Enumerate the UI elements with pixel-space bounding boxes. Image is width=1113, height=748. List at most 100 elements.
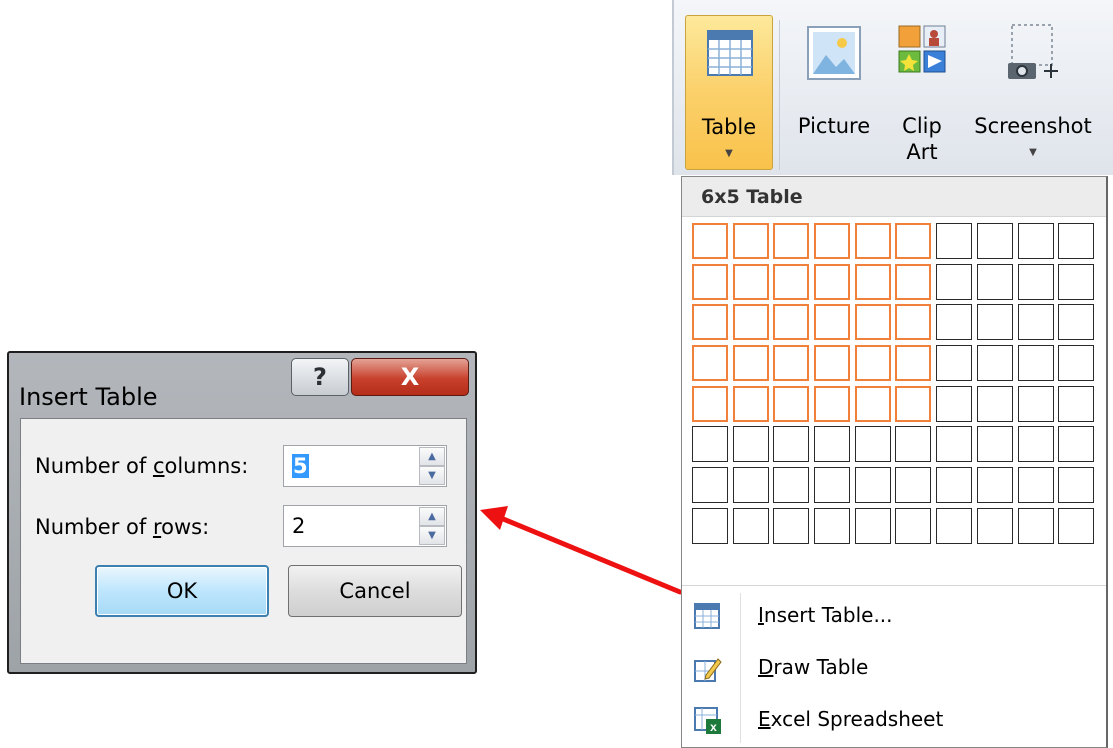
grid-cell[interactable] xyxy=(1058,223,1095,259)
grid-cell[interactable] xyxy=(1058,467,1095,504)
menu-item-draw-table[interactable]: Draw Table xyxy=(682,643,1106,691)
grid-cell[interactable] xyxy=(854,385,891,422)
grid-cell[interactable] xyxy=(1017,223,1054,259)
grid-cell[interactable] xyxy=(814,467,851,504)
grid-cell[interactable] xyxy=(976,345,1013,382)
grid-cell[interactable] xyxy=(936,345,973,382)
grid-cell[interactable] xyxy=(1058,426,1095,463)
columns-value[interactable]: 5 xyxy=(292,454,309,478)
grid-cell[interactable] xyxy=(895,223,932,259)
grid-cell[interactable] xyxy=(773,223,810,259)
grid-cell[interactable] xyxy=(854,507,891,544)
grid-cell[interactable] xyxy=(854,467,891,504)
grid-cell[interactable] xyxy=(692,345,728,382)
grid-cell[interactable] xyxy=(976,426,1013,463)
grid-cell[interactable] xyxy=(1017,263,1054,300)
grid-cell[interactable] xyxy=(1058,507,1095,544)
grid-cell[interactable] xyxy=(692,467,728,504)
cancel-button[interactable]: Cancel xyxy=(288,565,462,617)
grid-cell[interactable] xyxy=(814,263,851,300)
grid-cell[interactable] xyxy=(936,385,973,422)
rows-increment-button[interactable]: ▲ xyxy=(419,507,445,526)
grid-cell[interactable] xyxy=(814,385,851,422)
grid-cell[interactable] xyxy=(692,223,728,259)
grid-cell[interactable] xyxy=(1058,304,1095,341)
grid-cell[interactable] xyxy=(692,385,728,422)
columns-increment-button[interactable]: ▲ xyxy=(419,447,445,466)
grid-cell[interactable] xyxy=(732,467,769,504)
grid-cell[interactable] xyxy=(773,467,810,504)
grid-cell[interactable] xyxy=(692,263,728,300)
grid-cell[interactable] xyxy=(692,304,728,341)
rows-spinner[interactable]: 2 ▲ ▼ xyxy=(283,505,447,547)
grid-cell[interactable] xyxy=(854,426,891,463)
grid-cell[interactable] xyxy=(1017,467,1054,504)
grid-cell[interactable] xyxy=(732,263,769,300)
grid-cell[interactable] xyxy=(773,507,810,544)
grid-cell[interactable] xyxy=(1017,304,1054,341)
grid-cell[interactable] xyxy=(854,263,891,300)
grid-cell[interactable] xyxy=(773,263,810,300)
grid-cell[interactable] xyxy=(854,223,891,259)
grid-cell[interactable] xyxy=(895,263,932,300)
grid-cell[interactable] xyxy=(1058,385,1095,422)
ok-button[interactable]: OK xyxy=(95,565,269,617)
help-button[interactable]: ? xyxy=(291,358,349,396)
ribbon-picture-button[interactable]: Picture xyxy=(792,15,876,170)
grid-cell[interactable] xyxy=(773,426,810,463)
close-button[interactable]: X xyxy=(351,358,469,396)
grid-cell[interactable] xyxy=(1058,263,1095,300)
grid-cell[interactable] xyxy=(936,507,973,544)
grid-cell[interactable] xyxy=(692,426,728,463)
grid-cell[interactable] xyxy=(854,345,891,382)
grid-cell[interactable] xyxy=(1017,507,1054,544)
grid-cell[interactable] xyxy=(1017,426,1054,463)
grid-cell[interactable] xyxy=(773,385,810,422)
grid-cell[interactable] xyxy=(976,507,1013,544)
grid-cell[interactable] xyxy=(773,304,810,341)
grid-cell[interactable] xyxy=(814,426,851,463)
grid-cell[interactable] xyxy=(814,345,851,382)
grid-cell[interactable] xyxy=(773,345,810,382)
grid-cell[interactable] xyxy=(895,507,932,544)
grid-cell[interactable] xyxy=(732,426,769,463)
grid-cell[interactable] xyxy=(732,304,769,341)
grid-cell[interactable] xyxy=(936,467,973,504)
grid-cell[interactable] xyxy=(895,345,932,382)
table-size-grid[interactable] xyxy=(692,223,1095,544)
rows-decrement-button[interactable]: ▼ xyxy=(419,526,445,545)
grid-cell[interactable] xyxy=(1017,345,1054,382)
ribbon-clip-art-button[interactable]: Clip Art xyxy=(884,15,960,170)
grid-cell[interactable] xyxy=(976,223,1013,259)
grid-cell[interactable] xyxy=(895,426,932,463)
grid-cell[interactable] xyxy=(936,304,973,341)
grid-cell[interactable] xyxy=(1017,385,1054,422)
grid-cell[interactable] xyxy=(936,223,973,259)
columns-spinner[interactable]: 5 ▲ ▼ xyxy=(283,445,447,487)
ribbon-table-button[interactable]: Table ▼ xyxy=(685,15,773,170)
grid-cell[interactable] xyxy=(936,426,973,463)
grid-cell[interactable] xyxy=(854,304,891,341)
grid-cell[interactable] xyxy=(895,467,932,504)
grid-cell[interactable] xyxy=(1058,345,1095,382)
menu-item-excel-spreadsheet[interactable]: x Excel Spreadsheet xyxy=(682,695,1106,743)
grid-cell[interactable] xyxy=(732,223,769,259)
ribbon-screenshot-button[interactable]: Screenshot ▼ xyxy=(968,15,1098,170)
grid-cell[interactable] xyxy=(814,304,851,341)
menu-item-insert-table[interactable]: Insert Table... xyxy=(682,591,1106,639)
grid-cell[interactable] xyxy=(732,385,769,422)
grid-cell[interactable] xyxy=(895,304,932,341)
grid-cell[interactable] xyxy=(976,263,1013,300)
grid-cell[interactable] xyxy=(732,345,769,382)
columns-decrement-button[interactable]: ▼ xyxy=(419,466,445,485)
grid-cell[interactable] xyxy=(814,223,851,259)
grid-cell[interactable] xyxy=(936,263,973,300)
grid-cell[interactable] xyxy=(895,385,932,422)
grid-cell[interactable] xyxy=(692,507,728,544)
rows-value[interactable]: 2 xyxy=(292,514,305,538)
grid-cell[interactable] xyxy=(976,304,1013,341)
grid-cell[interactable] xyxy=(814,507,851,544)
grid-cell[interactable] xyxy=(976,385,1013,422)
grid-cell[interactable] xyxy=(732,507,769,544)
grid-cell[interactable] xyxy=(976,467,1013,504)
